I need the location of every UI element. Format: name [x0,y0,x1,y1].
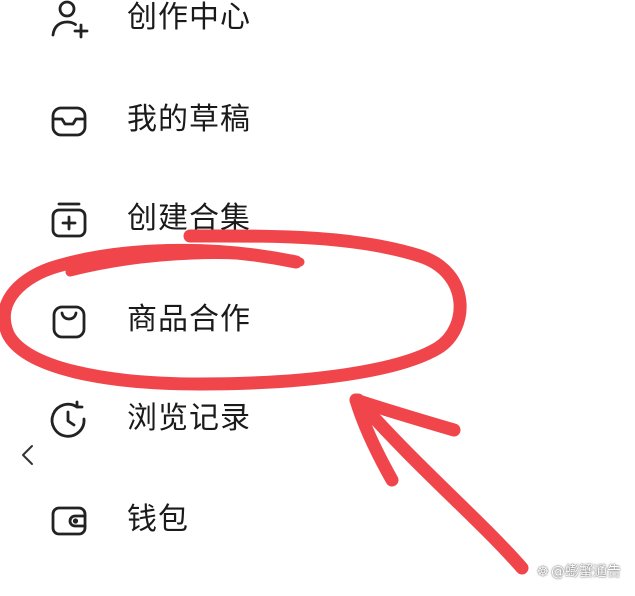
creator-person-sparkle-icon [46,0,92,42]
menu-item-wallet[interactable]: 钱包 [0,485,520,555]
menu-item-label: 我的草稿 [127,102,251,137]
wallet-icon [46,498,92,544]
watermark: ☸ @蟛蟹通告 [536,562,621,582]
menu-item-product-cooperation[interactable]: 商品合作 [0,285,520,355]
side-menu: 创作中心 我的草稿 创建合集 商品合作 浏览记录 钱包 [0,0,635,596]
watermark-text: @蟛蟹通告 [551,564,621,580]
watermark-logo: ☸ [536,564,549,580]
menu-item-label: 浏览记录 [127,401,251,436]
history-clock-icon [46,397,92,443]
drafts-tray-icon [46,98,92,144]
menu-item-label: 钱包 [127,502,189,537]
menu-item-label: 创建合集 [127,201,251,236]
menu-item-drafts[interactable]: 我的草稿 [0,85,520,155]
menu-item-label: 商品合作 [127,302,251,337]
shopping-bag-icon [46,298,92,344]
chevron-left-icon[interactable] [14,441,42,469]
menu-item-label: 创作中心 [127,0,251,35]
menu-item-browsing-history[interactable]: 浏览记录 [0,384,520,454]
menu-item-creator-center[interactable]: 创作中心 [0,0,520,53]
menu-item-create-collection[interactable]: 创建合集 [0,184,520,254]
add-collection-icon [46,197,92,243]
